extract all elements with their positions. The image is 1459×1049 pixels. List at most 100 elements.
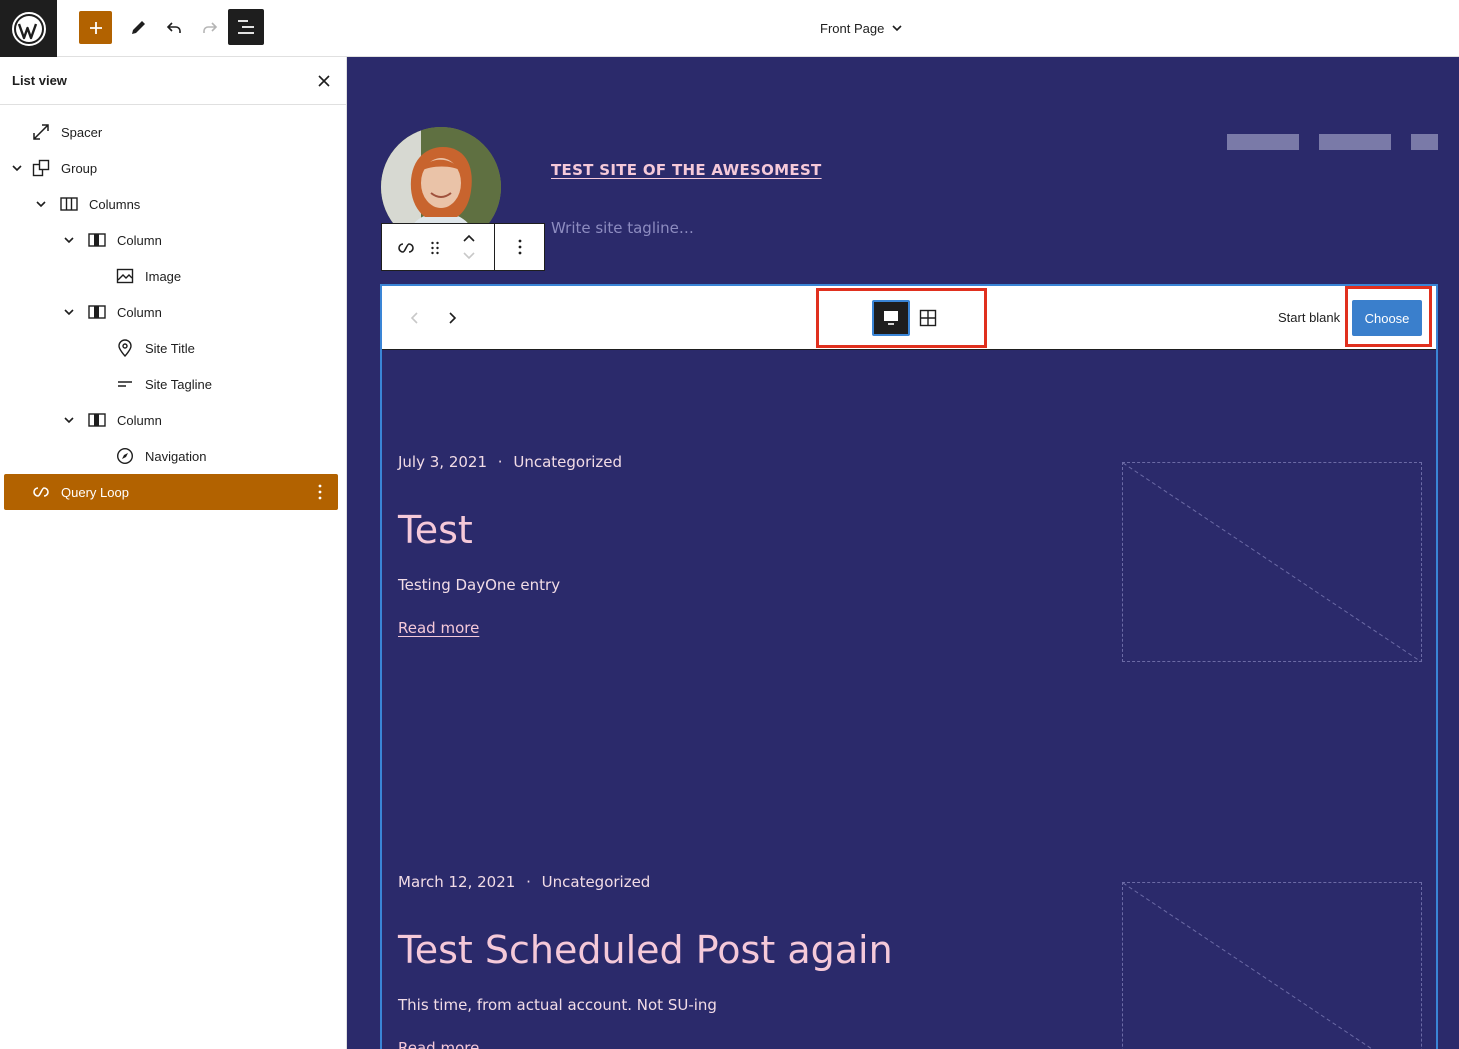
redo-icon	[203, 22, 218, 33]
featured-image-placeholder[interactable]	[1122, 882, 1422, 1049]
list-item-label: Column	[117, 232, 162, 248]
sidebar-header: List view	[0, 57, 346, 105]
list-item-label: Columns	[89, 196, 141, 212]
list-item-label: Query Loop	[61, 484, 129, 500]
list-view-icon	[238, 20, 254, 34]
post-category[interactable]: Uncategorized	[513, 453, 622, 471]
document-title: Front Page	[820, 20, 885, 36]
post-item: March 12, 2021 · Uncategorized	[398, 873, 650, 891]
post-date[interactable]: March 12, 2021	[398, 873, 515, 891]
carousel-icon	[884, 311, 898, 325]
column-icon	[85, 228, 109, 252]
column-icon	[85, 300, 109, 324]
post-meta: July 3, 2021 · Uncategorized	[398, 453, 622, 471]
list-view-sidebar: List view Spacer Group Columns Column Im…	[0, 57, 347, 1049]
list-item-navigation[interactable]: Navigation	[4, 438, 338, 474]
move-up-icon[interactable]	[459, 230, 479, 246]
navigation-placeholder-item[interactable]	[1319, 134, 1391, 150]
list-item-column[interactable]: Column	[4, 222, 338, 258]
next-pattern-button[interactable]	[440, 306, 464, 330]
block-toolbar-group	[382, 224, 495, 270]
site-title[interactable]: TEST SITE OF THE AWESOMEST	[551, 161, 822, 179]
chevron-left-icon	[410, 312, 418, 324]
more-options-icon	[518, 239, 521, 255]
post-category[interactable]: Uncategorized	[542, 873, 651, 891]
list-item-label: Column	[117, 304, 162, 320]
block-options-button[interactable]	[495, 224, 544, 270]
list-item-site-tagline[interactable]: Site Tagline	[4, 366, 338, 402]
list-item-column[interactable]: Column	[4, 402, 338, 438]
redo-button[interactable]	[193, 11, 227, 45]
choose-button[interactable]: Choose	[1352, 300, 1422, 336]
chevron-right-icon	[449, 312, 457, 324]
pencil-icon	[132, 21, 145, 34]
post-title[interactable]: Test Scheduled Post again	[398, 928, 893, 972]
drag-handle-icon[interactable]	[426, 236, 444, 260]
navigation-placeholder-item[interactable]	[1411, 134, 1438, 150]
carousel-view-button[interactable]	[872, 300, 910, 336]
editor-top-toolbar: Front Page	[0, 0, 1459, 57]
chevron-down-icon[interactable]	[61, 412, 77, 428]
previous-pattern-button[interactable]	[403, 306, 427, 330]
spacer-icon	[29, 120, 53, 144]
post-item: July 3, 2021 · Uncategorized	[398, 453, 622, 471]
undo-icon	[166, 22, 181, 33]
chevron-down-icon[interactable]	[61, 232, 77, 248]
compass-icon	[113, 444, 137, 468]
chevron-down-icon[interactable]	[61, 304, 77, 320]
close-list-view-button[interactable]	[312, 69, 336, 93]
post-title[interactable]: Test	[398, 508, 473, 552]
start-blank-button[interactable]: Start blank	[1278, 310, 1340, 325]
list-item-spacer[interactable]: Spacer	[4, 114, 338, 150]
columns-icon	[57, 192, 81, 216]
featured-image-placeholder[interactable]	[1122, 462, 1422, 662]
move-down-icon[interactable]	[459, 248, 479, 264]
list-item-label: Site Tagline	[145, 376, 212, 392]
chevron-down-icon[interactable]	[33, 196, 49, 212]
grid-icon	[919, 309, 937, 327]
navigation-placeholder-item[interactable]	[1227, 134, 1299, 150]
list-item-label: Navigation	[145, 448, 207, 464]
close-icon	[318, 75, 330, 87]
more-options-icon[interactable]	[312, 480, 328, 504]
list-item-label: Image	[145, 268, 182, 284]
site-tagline-placeholder[interactable]: Write site tagline…	[551, 219, 694, 237]
list-item-column[interactable]: Column	[4, 294, 338, 330]
post-meta: March 12, 2021 · Uncategorized	[398, 873, 650, 891]
list-view-button[interactable]	[228, 9, 264, 45]
column-icon	[85, 408, 109, 432]
query-loop-block[interactable]: Start blank Choose July 3, 2021 · Uncate…	[380, 284, 1438, 1049]
add-block-button[interactable]	[79, 11, 112, 44]
list-item-site-title[interactable]: Site Title	[4, 330, 338, 366]
meta-separator: ·	[526, 873, 531, 891]
undo-button[interactable]	[157, 11, 191, 45]
list-item-label: Group	[61, 160, 98, 176]
block-toolbar	[381, 223, 545, 271]
loop-icon	[29, 480, 53, 504]
post-excerpt: Testing DayOne entry	[398, 576, 561, 594]
tagline-icon	[113, 372, 137, 396]
grid-view-button[interactable]	[909, 300, 947, 336]
chevron-down-icon[interactable]	[9, 160, 25, 176]
post-excerpt: This time, from actual account. Not SU-i…	[398, 996, 717, 1014]
editor-canvas: TEST SITE OF THE AWESOMEST Write site ta…	[347, 57, 1459, 1049]
read-more-link[interactable]: Read more	[398, 1039, 479, 1049]
post-date[interactable]: July 3, 2021	[398, 453, 487, 471]
list-item-image[interactable]: Image	[4, 258, 338, 294]
list-item-group[interactable]: Group	[4, 150, 338, 186]
list-item-label: Site Title	[145, 340, 195, 356]
list-item-columns[interactable]: Columns	[4, 186, 338, 222]
wordpress-logo-icon[interactable]	[0, 0, 57, 57]
list-item-label: Spacer	[61, 124, 103, 140]
read-more-link[interactable]: Read more	[398, 619, 479, 637]
group-icon	[29, 156, 53, 180]
list-item-query-loop[interactable]: Query Loop	[4, 474, 338, 510]
map-pin-icon	[113, 336, 137, 360]
list-item-label: Column	[117, 412, 162, 428]
document-title-dropdown[interactable]: Front Page	[820, 17, 904, 39]
plus-icon	[89, 21, 102, 34]
tools-button[interactable]	[121, 11, 155, 45]
loop-icon[interactable]	[394, 236, 418, 260]
sidebar-title: List view	[12, 73, 67, 88]
image-icon	[113, 264, 137, 288]
